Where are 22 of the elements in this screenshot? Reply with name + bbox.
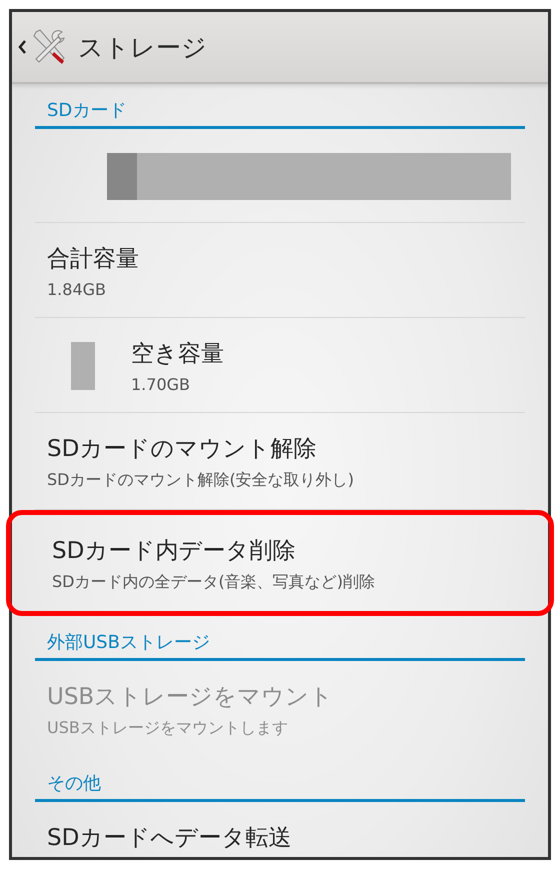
screen-title: ストレージ (78, 32, 207, 64)
section-header: その他 (35, 757, 525, 802)
setting-title: 空き容量 (131, 340, 224, 369)
setting-item[interactable]: SDカードのマウント解除 SDカードのマウント解除(安全な取り外し) (35, 413, 525, 510)
setting-summary: SDカード内の全データ(音楽、写真など)削除 (52, 572, 376, 593)
section-header: 外部USBストレージ (35, 616, 525, 661)
setting-item[interactable]: 空き容量 1.70GB (35, 318, 525, 413)
setting-item[interactable]: SDカードへデータ転送 (35, 802, 525, 857)
setting-item[interactable]: 合計容量 1.84GB (35, 223, 525, 318)
legend-swatch (71, 342, 95, 390)
setting-title: SDカードのマウント解除 (47, 435, 318, 464)
setting-summary: SDカードのマウント解除(安全な取り外し) (47, 470, 355, 491)
setting-item[interactable]: SDカード内データ削除 SDカード内の全データ(音楽、写真など)削除 (6, 510, 554, 616)
setting-title: 合計容量 (47, 245, 140, 274)
setting-summary: 1.84GB (47, 280, 107, 299)
setting-title: SDカードへデータ転送 (47, 824, 292, 853)
section-header: SDカード (35, 84, 525, 129)
back-icon[interactable] (18, 40, 26, 54)
setting-summary: USBストレージをマウントします (47, 718, 289, 739)
setting-title: USBストレージをマウント (47, 683, 334, 712)
setting-summary: 1.70GB (131, 375, 191, 394)
setting-title: SDカード内データ削除 (52, 537, 296, 566)
